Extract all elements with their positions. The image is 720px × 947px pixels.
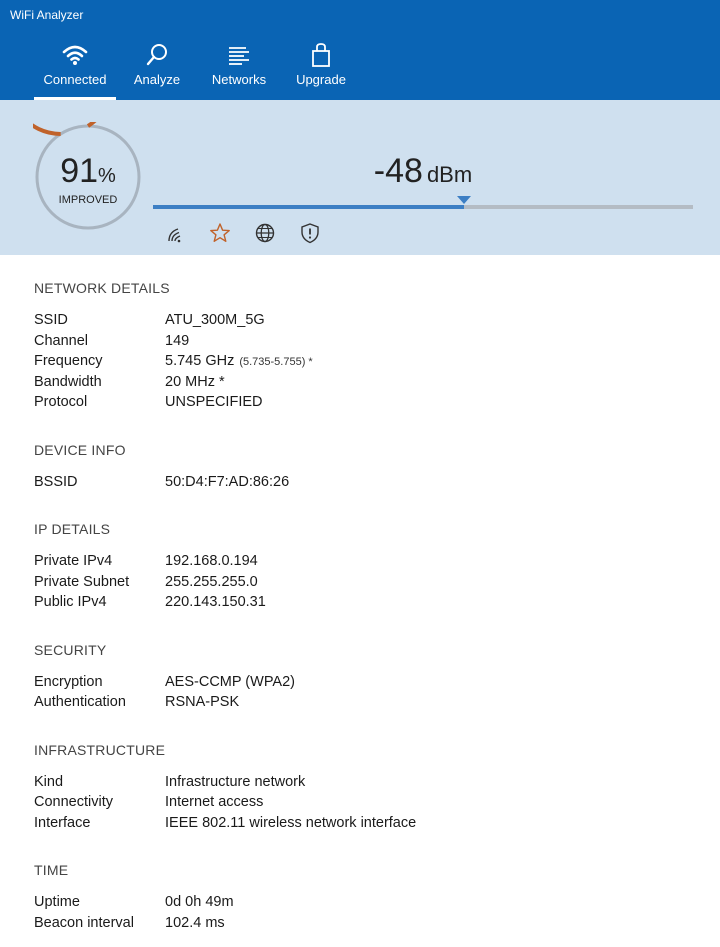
detail-row: Channel 149 xyxy=(34,333,694,354)
section-title: SECURITY xyxy=(34,641,107,658)
detail-value: Internet access xyxy=(165,794,264,810)
detail-value: IEEE 802.11 wireless network interface xyxy=(165,814,417,831)
detail-key: BSSID xyxy=(34,473,78,490)
quality-unit: % xyxy=(98,165,116,187)
tab-upgrade-label: Upgrade xyxy=(296,72,346,87)
detail-row: Public IPv4 220.143.150.31 xyxy=(34,594,694,615)
star-icon[interactable] xyxy=(209,222,231,244)
detail-value: 149 xyxy=(165,332,190,349)
quality-label: IMPROVED xyxy=(58,194,118,206)
detail-row: Uptime 0d 0h 49m xyxy=(34,894,694,915)
shield-icon[interactable] xyxy=(299,222,321,244)
tab-analyze-label: Analyze xyxy=(133,72,181,87)
detail-row: Bandwidth 20 MHz * xyxy=(34,374,694,395)
section-title: INFRASTRUCTURE xyxy=(34,741,166,758)
detail-row: Connectivity Internet access xyxy=(34,794,694,815)
detail-key: Authentication xyxy=(34,694,126,710)
detail-value: RSNA-PSK xyxy=(165,694,240,710)
tab-networks-label: Networks xyxy=(211,72,267,87)
signal-strength-readout: -48 dBm xyxy=(153,152,693,191)
detail-key: Connectivity xyxy=(34,794,113,810)
signal-meter-fill xyxy=(153,205,464,209)
detail-value: 220.143.150.31 xyxy=(165,594,266,610)
detail-value: ATU_300M_5G xyxy=(165,312,265,328)
detail-row: Encryption AES-CCMP (WPA2) xyxy=(34,674,694,695)
detail-key: Public IPv4 xyxy=(34,594,107,610)
detail-row: SSID ATU_300M_5G xyxy=(34,312,694,333)
detail-key: Encryption xyxy=(34,673,103,690)
detail-row: Interface IEEE 802.11 wireless network i… xyxy=(34,815,694,836)
detail-key: Private Subnet xyxy=(34,573,130,590)
detail-value: 20 MHz * xyxy=(165,373,225,390)
frequency-range: (5.735-5.755) * xyxy=(239,356,313,368)
detail-row: Private IPv4 192.168.0.194 xyxy=(34,553,694,574)
tab-connected-label: Connected xyxy=(43,72,107,87)
detail-value-group: 5.745 GHz (5.735-5.755) * xyxy=(165,353,313,369)
detail-row: Authentication RSNA-PSK xyxy=(34,694,694,715)
detail-row: Frequency 5.745 GHz (5.735-5.755) * xyxy=(34,353,694,374)
detail-key: Bandwidth xyxy=(34,373,102,390)
detail-key: Protocol xyxy=(34,394,88,410)
detail-row: Private Subnet 255.255.255.0 xyxy=(34,574,694,595)
signal-meter-marker xyxy=(456,196,471,204)
section-title: NETWORK DETAILS xyxy=(34,280,170,296)
detail-value: 50:D4:F7:AD:86:26 xyxy=(165,473,290,490)
window-title-bar: WiFi Analyzer xyxy=(0,0,720,30)
detail-key: Interface xyxy=(34,814,91,831)
detail-row: Kind Infrastructure network xyxy=(34,774,694,795)
detail-value: 0d 0h 49m xyxy=(165,894,234,910)
tab-analyze[interactable]: Analyze xyxy=(116,30,198,100)
detail-key: SSID xyxy=(34,312,68,328)
detail-value: 102.4 ms xyxy=(165,914,225,931)
shopping-bag-icon xyxy=(312,43,330,67)
device-info-section: DEVICE INFO BSSID 50:D4:F7:AD:86:26 xyxy=(34,442,694,495)
app-title: WiFi Analyzer xyxy=(10,8,84,22)
detail-row: BSSID 50:D4:F7:AD:86:26 xyxy=(34,474,694,495)
detail-value: Infrastructure network xyxy=(165,773,306,790)
signal-bars-icon[interactable] xyxy=(166,222,188,244)
detail-value: UNSPECIFIED xyxy=(165,394,263,410)
top-navigation: Connected Analyze Networks Upgrade xyxy=(0,30,720,100)
detail-value: 5.745 GHz xyxy=(165,353,235,369)
detail-key: Beacon interval xyxy=(34,914,134,931)
section-title: DEVICE INFO xyxy=(34,441,126,458)
signal-strength-meter xyxy=(153,196,693,209)
quality-value: 91 xyxy=(60,152,99,190)
dbm-unit: dBm xyxy=(426,162,473,187)
detail-value: 192.168.0.194 xyxy=(165,553,258,569)
detail-value: 255.255.255.0 xyxy=(165,573,258,590)
quality-percent: 91% xyxy=(33,152,143,191)
security-section: SECURITY Encryption AES-CCMP (WPA2) Auth… xyxy=(34,642,694,715)
detail-key: Channel xyxy=(34,332,89,349)
tab-connected[interactable]: Connected xyxy=(34,30,116,100)
wifi-icon xyxy=(62,45,88,65)
globe-icon[interactable] xyxy=(254,222,276,244)
section-title: IP DETAILS xyxy=(34,521,111,537)
list-icon xyxy=(229,47,249,65)
magnifier-icon xyxy=(146,44,167,66)
dbm-value: -48 xyxy=(373,152,423,190)
detail-value: AES-CCMP (WPA2) xyxy=(165,673,295,690)
detail-key: Uptime xyxy=(34,894,80,910)
section-title: TIME xyxy=(34,862,69,878)
detail-key: Private IPv4 xyxy=(34,553,113,569)
tab-networks[interactable]: Networks xyxy=(198,30,280,100)
time-section: TIME Uptime 0d 0h 49m Beacon interval 10… xyxy=(34,862,694,935)
detail-key: Frequency xyxy=(34,353,103,369)
signal-panel: 91% IMPROVED -48 dBm xyxy=(0,100,720,255)
detail-row: Protocol UNSPECIFIED xyxy=(34,394,694,415)
detail-row: Beacon interval 102.4 ms xyxy=(34,915,694,936)
ip-details-section: IP DETAILS Private IPv4 192.168.0.194 Pr… xyxy=(34,521,694,615)
tab-upgrade[interactable]: Upgrade xyxy=(280,30,362,100)
detail-key: Kind xyxy=(34,773,64,790)
infrastructure-section: INFRASTRUCTURE Kind Infrastructure netwo… xyxy=(34,742,694,836)
network-details-section: NETWORK DETAILS SSID ATU_300M_5G Channel… xyxy=(34,280,694,415)
details-content: NETWORK DETAILS SSID ATU_300M_5G Channel… xyxy=(34,280,694,947)
